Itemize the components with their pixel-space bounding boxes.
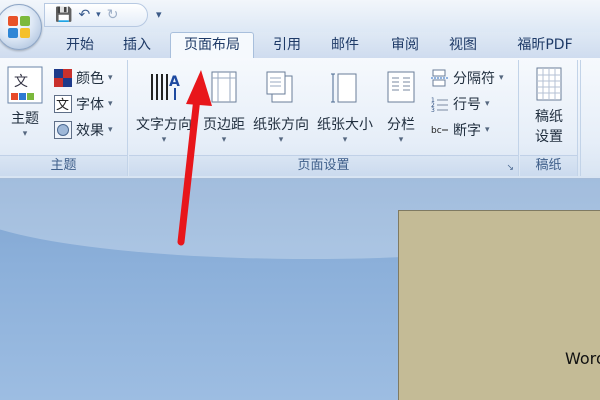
red-arrow-annotation-icon: [177, 70, 212, 246]
office-logo-icon: [8, 16, 30, 38]
